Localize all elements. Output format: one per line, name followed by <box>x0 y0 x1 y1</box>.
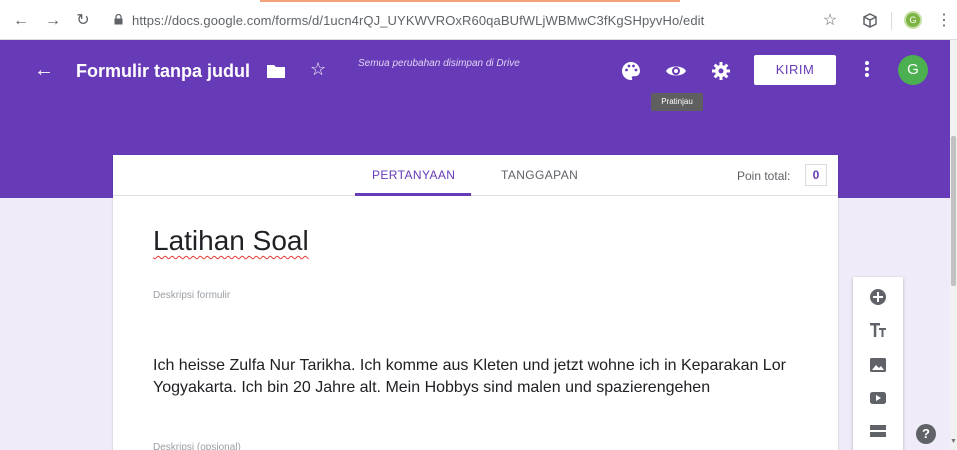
address-bar[interactable]: https://docs.google.com/forms/d/1ucn4rQJ… <box>108 9 848 33</box>
reload-icon[interactable]: ↻ <box>74 12 92 30</box>
side-toolbar <box>853 277 903 450</box>
lock-icon <box>114 14 123 25</box>
help-icon[interactable]: ? <box>916 424 936 444</box>
folder-icon[interactable] <box>266 63 286 79</box>
extension-cube-icon[interactable] <box>860 11 880 31</box>
points-label: Poin total: <box>737 169 791 183</box>
form-tabs: PERTANYAAN TANGGAPAN Poin total: 0 <box>113 155 838 196</box>
browser-toolbar: ← → ↻ https://docs.google.com/forms/d/1u… <box>0 0 957 40</box>
page-scrollbar[interactable]: ▼ <box>950 40 957 450</box>
eye-icon[interactable] <box>665 60 687 82</box>
form-title-field[interactable]: Latihan Soal <box>153 225 309 257</box>
avatar[interactable]: G <box>898 55 928 85</box>
forward-arrow-icon[interactable]: → <box>44 12 62 30</box>
image-icon[interactable] <box>868 355 888 375</box>
more-vert-icon[interactable]: ⋮ <box>934 11 954 31</box>
send-button[interactable]: KIRIM <box>754 55 836 85</box>
add-circle-icon[interactable] <box>868 287 888 307</box>
form-name[interactable]: Formulir tanpa judul <box>76 61 250 82</box>
scroll-down-arrow-icon[interactable]: ▼ <box>950 438 957 448</box>
extension-avatar[interactable]: G <box>904 11 922 29</box>
form-card: PERTANYAAN TANGGAPAN Poin total: 0 Latih… <box>113 155 838 450</box>
tab-responses[interactable]: TANGGAPAN <box>501 168 578 182</box>
tab-questions[interactable]: PERTANYAAN <box>372 168 455 182</box>
section-icon[interactable] <box>868 421 888 441</box>
star-icon[interactable]: ☆ <box>310 59 326 79</box>
video-icon[interactable] <box>868 388 888 408</box>
active-tab-indicator <box>355 193 471 196</box>
scrollbar-thumb[interactable] <box>951 136 956 286</box>
points-total-field[interactable]: 0 <box>805 164 827 186</box>
form-body-text[interactable]: Ich heisse Zulfa Nur Tarikha. Ich komme … <box>153 355 803 399</box>
toolbar-separator <box>891 12 892 30</box>
save-status: Semua perubahan disimpan di Drive <box>358 58 520 69</box>
gear-icon[interactable] <box>710 60 732 82</box>
title-text-icon[interactable] <box>868 320 888 340</box>
preview-tooltip: Pratinjau <box>651 93 703 111</box>
bookmark-star-icon[interactable]: ☆ <box>820 11 840 31</box>
more-vert-icon[interactable] <box>863 58 871 80</box>
optional-description-field[interactable]: Deskripsi (opsional) <box>153 442 241 450</box>
tab-accent-line <box>260 0 680 2</box>
back-arrow-icon[interactable]: ← <box>34 59 56 81</box>
url-text: https://docs.google.com/forms/d/1ucn4rQJ… <box>132 13 705 28</box>
back-arrow-icon[interactable]: ← <box>12 12 30 30</box>
palette-icon[interactable] <box>620 60 642 82</box>
form-description-field[interactable]: Deskripsi formulir <box>153 290 230 301</box>
